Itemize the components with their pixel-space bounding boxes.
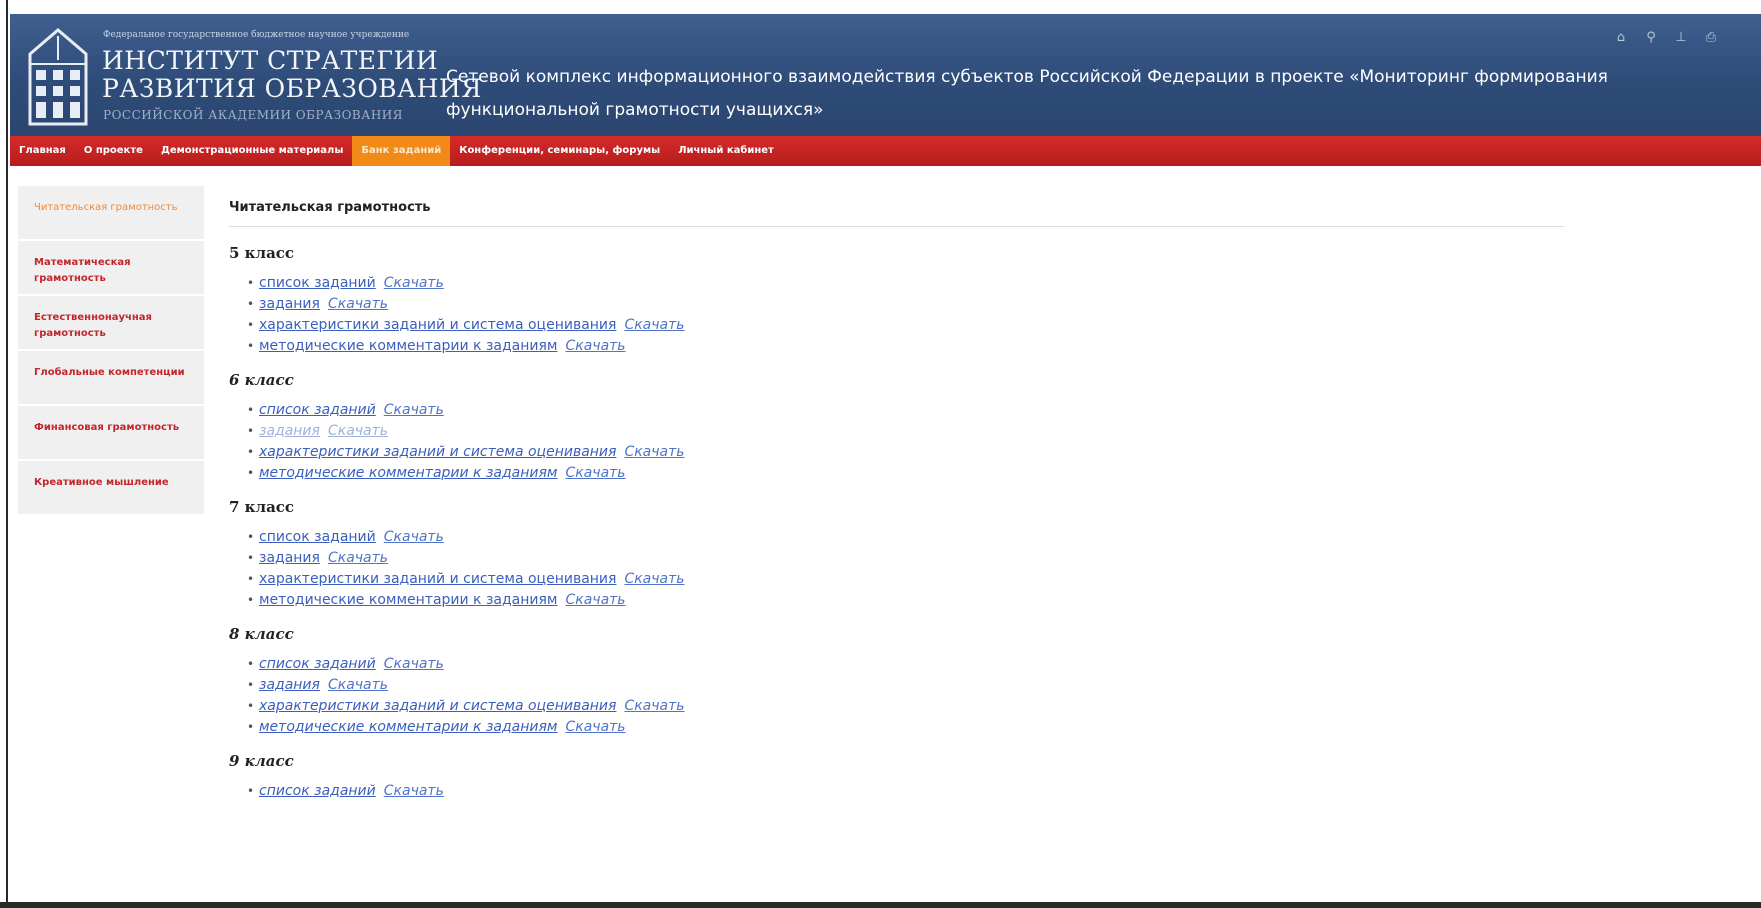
list-item: методические комментарии к заданиям Скача… [247,336,1564,357]
window-bottom-edge [0,902,1761,908]
institution-name-line3: РОССИЙСКОЙ АКАДЕМИИ ОБРАЗОВАНИЯ [103,108,403,122]
download-link[interactable]: Скачать [565,338,625,354]
download-link[interactable]: Скачать [384,783,444,799]
site-header: Федеральное государственное бюджетное на… [10,14,1761,136]
list-item: список заданий Скачать [247,400,1564,421]
grade-task-list: список заданий Скачать задания Скачать хар… [247,273,1564,357]
download-link[interactable]: Скачать [624,317,684,333]
institution-type: Федеральное государственное бюджетное на… [103,30,410,40]
download-link[interactable]: Скачать [384,529,444,545]
nav-item-task-bank[interactable]: Банк заданий [352,136,451,166]
grade-heading: 6 класс [229,371,294,389]
sidebar: Читательская грамотность Математическая … [18,186,204,516]
download-link[interactable]: Скачать [328,550,388,566]
grade-heading: 5 класс [229,244,295,262]
search-icon[interactable]: ⚲ [1643,30,1659,45]
header-tools: ⌂ ⚲ ⊥ ⎙ [1613,30,1719,45]
print-icon[interactable]: ⎙ [1703,30,1719,45]
nav-item-conferences[interactable]: Конференции, семинары, форумы [450,136,669,166]
download-link[interactable]: Скачать [384,402,444,418]
nav-item-personal-account[interactable]: Личный кабинет [669,136,783,166]
download-link[interactable]: Скачать [328,677,388,693]
sitemap-icon[interactable]: ⊥ [1673,30,1689,45]
page-title: Читательская грамотность [229,200,1564,227]
sidebar-item-global-competence[interactable]: Глобальные компетенции [18,351,204,406]
grade-task-list: список заданий Скачать задания Скачать хар… [247,654,1564,738]
window-top-edge [0,0,1761,14]
methodical-comments-link[interactable]: методические комментарии к заданиям [259,338,557,354]
download-link[interactable]: Скачать [565,719,625,735]
download-link[interactable]: Скачать [328,296,388,312]
download-link[interactable]: Скачать [384,275,444,291]
sidebar-item-math-literacy[interactable]: Математическая грамотность [18,241,204,296]
list-item: методические комментарии к заданиям Скача… [247,463,1564,484]
download-link[interactable]: Скачать [328,423,388,439]
grade-task-list: список заданий Скачать задания Скачать хар… [247,527,1564,611]
list-item: список заданий Скачать [247,527,1564,548]
list-item: задания Скачать [247,548,1564,569]
task-list-link[interactable]: список заданий [259,656,376,672]
grade-task-list: список заданий Скачать [247,781,1564,802]
task-list-link[interactable]: список заданий [259,783,376,799]
task-list-link[interactable]: список заданий [259,529,376,545]
task-characteristics-link[interactable]: характеристики заданий и система оценива… [259,444,616,460]
grade-heading: 7 класс [229,498,295,516]
list-item: методические комментарии к заданиям Скача… [247,717,1564,738]
nav-item-demo-materials[interactable]: Демонстрационные материалы [152,136,352,166]
tasks-link[interactable]: задания [259,550,320,566]
institution-name-line2: РАЗВИТИЯ ОБРАЗОВАНИЯ [102,74,482,103]
list-item: список заданий Скачать [247,781,1564,802]
sidebar-item-science-literacy[interactable]: Естественнонаучная грамотность [18,296,204,351]
task-list-link[interactable]: список заданий [259,402,376,418]
sidebar-item-creative-thinking[interactable]: Креативное мышление [18,461,204,516]
task-characteristics-link[interactable]: характеристики заданий и система оценива… [259,698,616,714]
main-content: Читательская грамотность 5 класс список … [229,200,1564,812]
list-item: задания Скачать [247,294,1564,315]
methodical-comments-link[interactable]: методические комментарии к заданиям [259,592,557,608]
list-item: характеристики заданий и система оценива… [247,442,1564,463]
site-title: Сетевой комплекс информационного взаимод… [446,67,1608,120]
tasks-link[interactable]: задания [259,296,320,312]
methodical-comments-link[interactable]: методические комментарии к заданиям [259,465,557,481]
task-list-link[interactable]: список заданий [259,275,376,291]
main-navigation: Главная О проекте Демонстрационные матер… [10,136,1761,166]
download-link[interactable]: Скачать [565,465,625,481]
institute-logo[interactable] [26,24,90,128]
task-characteristics-link[interactable]: характеристики заданий и система оценива… [259,571,616,587]
list-item: методические комментарии к заданиям Скача… [247,590,1564,611]
tasks-link[interactable]: задания [259,423,320,439]
download-link[interactable]: Скачать [384,656,444,672]
task-characteristics-link[interactable]: характеристики заданий и система оценива… [259,317,616,333]
list-item: список заданий Скачать [247,654,1564,675]
institution-name-line1: ИНСТИТУТ СТРАТЕГИИ [102,46,439,75]
download-link[interactable]: Скачать [565,592,625,608]
grade-heading: 8 класс [229,625,294,643]
download-link[interactable]: Скачать [624,698,684,714]
grade-task-list: список заданий Скачать задания Скачать хар… [247,400,1564,484]
list-item: характеристики заданий и система оценива… [247,569,1564,590]
list-item: задания Скачать [247,421,1564,442]
sidebar-item-reading-literacy[interactable]: Читательская грамотность [18,186,204,241]
list-item: список заданий Скачать [247,273,1564,294]
grade-heading: 9 класс [229,752,294,770]
methodical-comments-link[interactable]: методические комментарии к заданиям [259,719,557,735]
list-item: задания Скачать [247,675,1564,696]
sidebar-item-financial-literacy[interactable]: Финансовая грамотность [18,406,204,461]
nav-item-home[interactable]: Главная [10,136,75,166]
download-link[interactable]: Скачать [624,571,684,587]
download-link[interactable]: Скачать [624,444,684,460]
list-item: характеристики заданий и система оценива… [247,315,1564,336]
window-left-edge [0,0,8,908]
home-icon[interactable]: ⌂ [1613,30,1629,45]
nav-item-about[interactable]: О проекте [75,136,152,166]
tasks-link[interactable]: задания [259,677,320,693]
list-item: характеристики заданий и система оценива… [247,696,1564,717]
